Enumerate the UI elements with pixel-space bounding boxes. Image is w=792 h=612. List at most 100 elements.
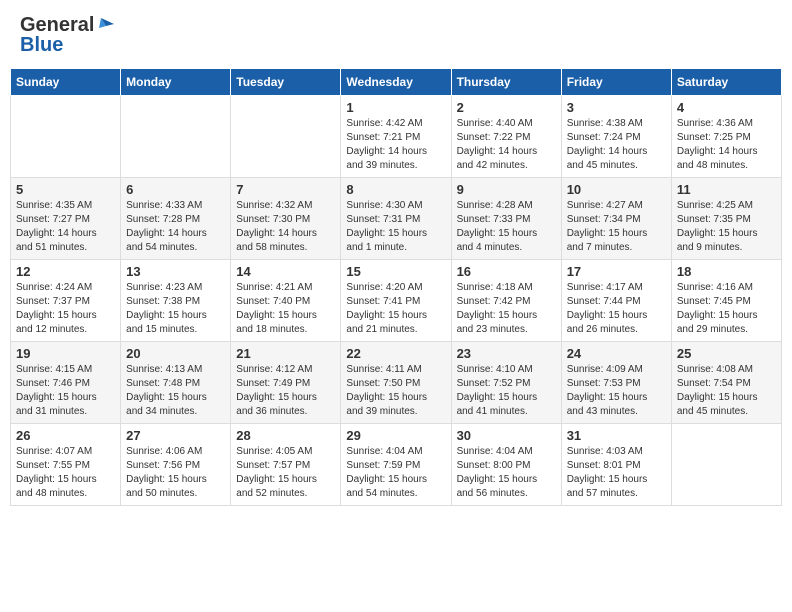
day-info: Sunrise: 4:07 AM Sunset: 7:55 PM Dayligh… — [16, 445, 115, 501]
calendar-week-row: 5 Sunrise: 4:35 AM Sunset: 7:27 PM Daylig… — [11, 178, 782, 260]
calendar-cell: 8Sunrise: 4:30 AM Sunset: 7:31 PM Daylig… — [341, 178, 451, 260]
calendar-cell: 29 Sunrise: 4:04 AM Sunset: 7:59 PM Dayli… — [341, 424, 451, 506]
day-number: 17 — [567, 264, 666, 279]
calendar-cell: 19 Sunrise: 4:15 AM Sunset: 7:46 PM Dayli… — [11, 342, 121, 424]
calendar-cell: 3Sunrise: 4:38 AM Sunset: 7:24 PM Daylig… — [561, 96, 671, 178]
calendar-cell: 12 Sunrise: 4:24 AM Sunset: 7:37 PM Dayli… — [11, 260, 121, 342]
calendar-cell: 26 Sunrise: 4:07 AM Sunset: 7:55 PM Dayli… — [11, 424, 121, 506]
page-header: General Blue — [10, 10, 782, 60]
calendar-cell: 28Sunrise: 4:05 AM Sunset: 7:57 PM Dayli… — [231, 424, 341, 506]
calendar-cell: 31Sunrise: 4:03 AM Sunset: 8:01 PM Dayli… — [561, 424, 671, 506]
calendar-cell — [121, 96, 231, 178]
calendar-cell: 6Sunrise: 4:33 AM Sunset: 7:28 PM Daylig… — [121, 178, 231, 260]
calendar-cell: 10 Sunrise: 4:27 AM Sunset: 7:34 PM Dayli… — [561, 178, 671, 260]
day-number: 27 — [126, 428, 225, 443]
day-number: 19 — [16, 346, 115, 361]
day-info: Sunrise: 4:08 AM Sunset: 7:54 PM Dayligh… — [677, 363, 776, 419]
calendar-week-row: 1Sunrise: 4:42 AM Sunset: 7:21 PM Daylig… — [11, 96, 782, 178]
day-number: 16 — [457, 264, 556, 279]
day-info: Sunrise: 4:15 AM Sunset: 7:46 PM Dayligh… — [16, 363, 115, 419]
calendar-cell: 17 Sunrise: 4:17 AM Sunset: 7:44 PM Dayli… — [561, 260, 671, 342]
day-number: 23 — [457, 346, 556, 361]
calendar-cell — [231, 96, 341, 178]
day-info: Sunrise: 4:06 AM Sunset: 7:56 PM Dayligh… — [126, 445, 225, 501]
day-info: Sunrise: 4:30 AM Sunset: 7:31 PM Dayligh… — [346, 199, 445, 255]
day-info: Sunrise: 4:12 AM Sunset: 7:49 PM Dayligh… — [236, 363, 335, 419]
calendar-cell: 11 Sunrise: 4:25 AM Sunset: 7:35 PM Dayli… — [671, 178, 781, 260]
calendar-cell: 16 Sunrise: 4:18 AM Sunset: 7:42 PM Dayli… — [451, 260, 561, 342]
calendar-cell: 23Sunrise: 4:10 AM Sunset: 7:52 PM Dayli… — [451, 342, 561, 424]
day-info: Sunrise: 4:13 AM Sunset: 7:48 PM Dayligh… — [126, 363, 225, 419]
day-number: 11 — [677, 182, 776, 197]
day-info: Sunrise: 4:17 AM Sunset: 7:44 PM Dayligh… — [567, 281, 666, 337]
weekday-header: Wednesday — [341, 69, 451, 96]
day-info: Sunrise: 4:23 AM Sunset: 7:38 PM Dayligh… — [126, 281, 225, 337]
day-info: Sunrise: 4:27 AM Sunset: 7:34 PM Dayligh… — [567, 199, 666, 255]
calendar-cell: 21 Sunrise: 4:12 AM Sunset: 7:49 PM Dayli… — [231, 342, 341, 424]
day-info: Sunrise: 4:35 AM Sunset: 7:27 PM Dayligh… — [16, 199, 115, 255]
calendar-cell: 27 Sunrise: 4:06 AM Sunset: 7:56 PM Dayli… — [121, 424, 231, 506]
weekday-header: Tuesday — [231, 69, 341, 96]
day-info: Sunrise: 4:25 AM Sunset: 7:35 PM Dayligh… — [677, 199, 776, 255]
calendar-cell: 7Sunrise: 4:32 AM Sunset: 7:30 PM Daylig… — [231, 178, 341, 260]
calendar-cell: 14Sunrise: 4:21 AM Sunset: 7:40 PM Dayli… — [231, 260, 341, 342]
weekday-header: Saturday — [671, 69, 781, 96]
calendar-week-row: 26 Sunrise: 4:07 AM Sunset: 7:55 PM Dayli… — [11, 424, 782, 506]
logo-bird-icon — [96, 16, 114, 34]
calendar-cell: 2Sunrise: 4:40 AM Sunset: 7:22 PM Daylig… — [451, 96, 561, 178]
day-number: 26 — [16, 428, 115, 443]
calendar-week-row: 12 Sunrise: 4:24 AM Sunset: 7:37 PM Dayli… — [11, 260, 782, 342]
day-info: Sunrise: 4:04 AM Sunset: 8:00 PM Dayligh… — [457, 445, 556, 501]
day-info: Sunrise: 4:09 AM Sunset: 7:53 PM Dayligh… — [567, 363, 666, 419]
day-number: 30 — [457, 428, 556, 443]
day-number: 13 — [126, 264, 225, 279]
calendar-cell: 9 Sunrise: 4:28 AM Sunset: 7:33 PM Daylig… — [451, 178, 561, 260]
weekday-header: Sunday — [11, 69, 121, 96]
logo-text: General Blue — [20, 15, 114, 55]
day-info: Sunrise: 4:24 AM Sunset: 7:37 PM Dayligh… — [16, 281, 115, 337]
logo: General Blue — [20, 15, 114, 55]
day-info: Sunrise: 4:42 AM Sunset: 7:21 PM Dayligh… — [346, 117, 445, 173]
day-number: 18 — [677, 264, 776, 279]
day-number: 25 — [677, 346, 776, 361]
day-number: 15 — [346, 264, 445, 279]
day-info: Sunrise: 4:11 AM Sunset: 7:50 PM Dayligh… — [346, 363, 445, 419]
day-number: 10 — [567, 182, 666, 197]
weekday-header: Monday — [121, 69, 231, 96]
calendar-cell: 30 Sunrise: 4:04 AM Sunset: 8:00 PM Dayli… — [451, 424, 561, 506]
day-number: 9 — [457, 182, 556, 197]
day-number: 14 — [236, 264, 335, 279]
day-number: 28 — [236, 428, 335, 443]
day-number: 3 — [567, 100, 666, 115]
day-info: Sunrise: 4:36 AM Sunset: 7:25 PM Dayligh… — [677, 117, 776, 173]
day-info: Sunrise: 4:18 AM Sunset: 7:42 PM Dayligh… — [457, 281, 556, 337]
day-number: 5 — [16, 182, 115, 197]
day-number: 12 — [16, 264, 115, 279]
day-info: Sunrise: 4:40 AM Sunset: 7:22 PM Dayligh… — [457, 117, 556, 173]
day-number: 24 — [567, 346, 666, 361]
day-number: 22 — [346, 346, 445, 361]
day-info: Sunrise: 4:16 AM Sunset: 7:45 PM Dayligh… — [677, 281, 776, 337]
day-number: 21 — [236, 346, 335, 361]
calendar-cell: 1Sunrise: 4:42 AM Sunset: 7:21 PM Daylig… — [341, 96, 451, 178]
day-info: Sunrise: 4:33 AM Sunset: 7:28 PM Dayligh… — [126, 199, 225, 255]
day-info: Sunrise: 4:20 AM Sunset: 7:41 PM Dayligh… — [346, 281, 445, 337]
logo-general: General — [20, 15, 94, 35]
weekday-header-row: SundayMondayTuesdayWednesdayThursdayFrid… — [11, 69, 782, 96]
day-info: Sunrise: 4:32 AM Sunset: 7:30 PM Dayligh… — [236, 199, 335, 255]
day-number: 29 — [346, 428, 445, 443]
calendar-cell: 25 Sunrise: 4:08 AM Sunset: 7:54 PM Dayli… — [671, 342, 781, 424]
day-number: 31 — [567, 428, 666, 443]
day-number: 4 — [677, 100, 776, 115]
weekday-header: Friday — [561, 69, 671, 96]
calendar-cell: 13 Sunrise: 4:23 AM Sunset: 7:38 PM Dayli… — [121, 260, 231, 342]
calendar-table: SundayMondayTuesdayWednesdayThursdayFrid… — [10, 68, 782, 506]
day-number: 20 — [126, 346, 225, 361]
calendar-week-row: 19 Sunrise: 4:15 AM Sunset: 7:46 PM Dayli… — [11, 342, 782, 424]
calendar-cell: 4 Sunrise: 4:36 AM Sunset: 7:25 PM Daylig… — [671, 96, 781, 178]
logo-blue: Blue — [20, 34, 63, 56]
calendar-cell — [11, 96, 121, 178]
day-info: Sunrise: 4:04 AM Sunset: 7:59 PM Dayligh… — [346, 445, 445, 501]
calendar-cell: 24 Sunrise: 4:09 AM Sunset: 7:53 PM Dayli… — [561, 342, 671, 424]
day-info: Sunrise: 4:28 AM Sunset: 7:33 PM Dayligh… — [457, 199, 556, 255]
